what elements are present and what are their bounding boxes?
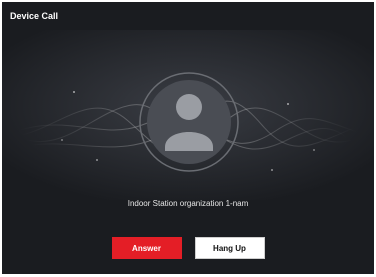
dialog-titlebar: Device Call <box>2 2 374 30</box>
dialog-title: Device Call <box>10 11 59 21</box>
hang-up-button[interactable]: Hang Up <box>194 237 265 259</box>
call-actions: Answer Hang Up <box>2 237 374 259</box>
caller-name: Indoor Station organization 1-nam <box>127 199 249 208</box>
avatar <box>139 72 239 172</box>
call-visual <box>2 30 374 200</box>
answer-button[interactable]: Answer <box>111 237 182 259</box>
device-call-dialog: Device Call Indoor Station organization … <box>2 2 374 274</box>
